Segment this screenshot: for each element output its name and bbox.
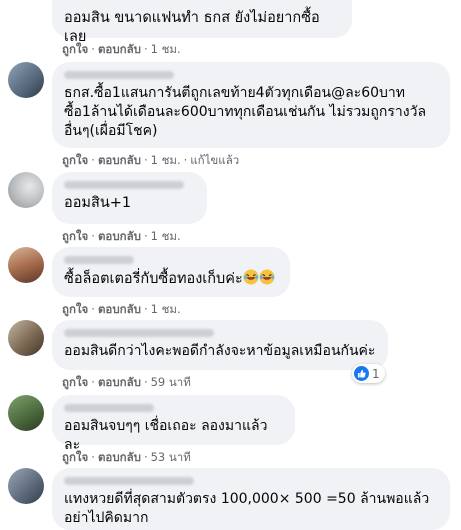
author-name-blurred[interactable] [64,404,154,412]
like-icon [354,366,369,381]
reaction-count-number: 1 [372,366,380,381]
comment-bubble: ออมสินดีกว่าไงคะพอดีกำลังจะหาข้อมูลเหมือ… [52,320,388,370]
comment-actions: ถูกใจ · ตอบกลับ · 1 ชม. [62,229,181,243]
like-link[interactable]: ถูกใจ [62,153,88,167]
comment-actions: ถูกใจ · ตอบกลับ · 1 ชม. [62,302,181,316]
comment-text: ธกส.ซื้อ1แสนการันตีถูกเลขท้าย4ตัวทุกเดือ… [64,85,427,139]
author-name-blurred[interactable] [64,71,174,79]
comment-bubble: แทงหวยดีที่สุดสามตัวตรง 100,000× 500 =50… [52,468,450,530]
like-link[interactable]: ถูกใจ [62,42,88,56]
reply-link[interactable]: ตอบกลับ [98,302,141,316]
laughing-crying-emoji-icon [243,269,259,285]
avatar[interactable] [8,247,44,283]
timestamp[interactable]: 53 นาที [151,450,191,464]
author-name-blurred[interactable] [64,181,184,189]
timestamp[interactable]: 59 นาที [151,375,191,389]
comment-bubble: ออมสิน ขนาดแฟนทำ ธกส ยังไม่อยากซื้อเลย [52,0,352,45]
comment-actions: ถูกใจ · ตอบกลับ · 1 ชม. · แก้ไขแล้ว [62,153,240,167]
comment-actions: ถูกใจ · ตอบกลับ · 1 ชม. [62,42,181,56]
like-link[interactable]: ถูกใจ [62,375,88,389]
comment-text: ออมสิน+1 [64,195,132,211]
author-name-blurred[interactable] [64,256,134,264]
timestamp[interactable]: 1 ชม. [151,153,181,167]
comment-actions: ถูกใจ · ตอบกลับ · 53 นาที [62,450,191,464]
like-link[interactable]: ถูกใจ [62,229,88,243]
avatar[interactable] [8,468,44,504]
reaction-count[interactable]: 1 [352,364,385,383]
laughing-crying-emoji-icon [259,269,275,285]
comment-bubble: ออมสินจบๆๆ เชื่อเถอะ ลองมาแล้วละ [52,395,295,453]
comment-actions: ถูกใจ · ตอบกลับ · 59 นาที [62,375,191,389]
reply-link[interactable]: ตอบกลับ [98,42,141,56]
like-link[interactable]: ถูกใจ [62,302,88,316]
avatar[interactable] [8,172,44,208]
comment-text-body: ซื้อล็อตเตอรี่กับซื้อทองเก็บค่ะ [64,271,243,287]
reply-link[interactable]: ตอบกลับ [98,229,141,243]
like-link[interactable]: ถูกใจ [62,450,88,464]
author-name-blurred[interactable] [64,477,194,485]
edited-label[interactable]: แก้ไขแล้ว [190,153,239,167]
avatar[interactable] [8,62,44,98]
timestamp[interactable]: 1 ชม. [151,42,181,56]
author-name-blurred[interactable] [64,329,214,337]
avatar[interactable] [8,395,44,431]
comment-bubble: ธกส.ซื้อ1แสนการันตีถูกเลขท้าย4ตัวทุกเดือ… [52,62,450,148]
comment-text: แทงหวยดีที่สุดสามตัวตรง 100,000× 500 =50… [64,491,430,526]
comment-bubble: ออมสิน+1 [52,172,207,224]
reply-link[interactable]: ตอบกลับ [98,153,141,167]
timestamp[interactable]: 1 ชม. [151,302,181,316]
timestamp[interactable]: 1 ชม. [151,229,181,243]
reply-link[interactable]: ตอบกลับ [98,375,141,389]
comment-text: ออมสินดีกว่าไงคะพอดีกำลังจะหาข้อมูลเหมือ… [64,343,376,359]
comment-bubble: ซื้อล็อตเตอรี่กับซื้อทองเก็บค่ะ [52,247,290,297]
reply-link[interactable]: ตอบกลับ [98,450,141,464]
comment-text: ซื้อล็อตเตอรี่กับซื้อทองเก็บค่ะ [64,269,278,289]
avatar[interactable] [8,320,44,356]
